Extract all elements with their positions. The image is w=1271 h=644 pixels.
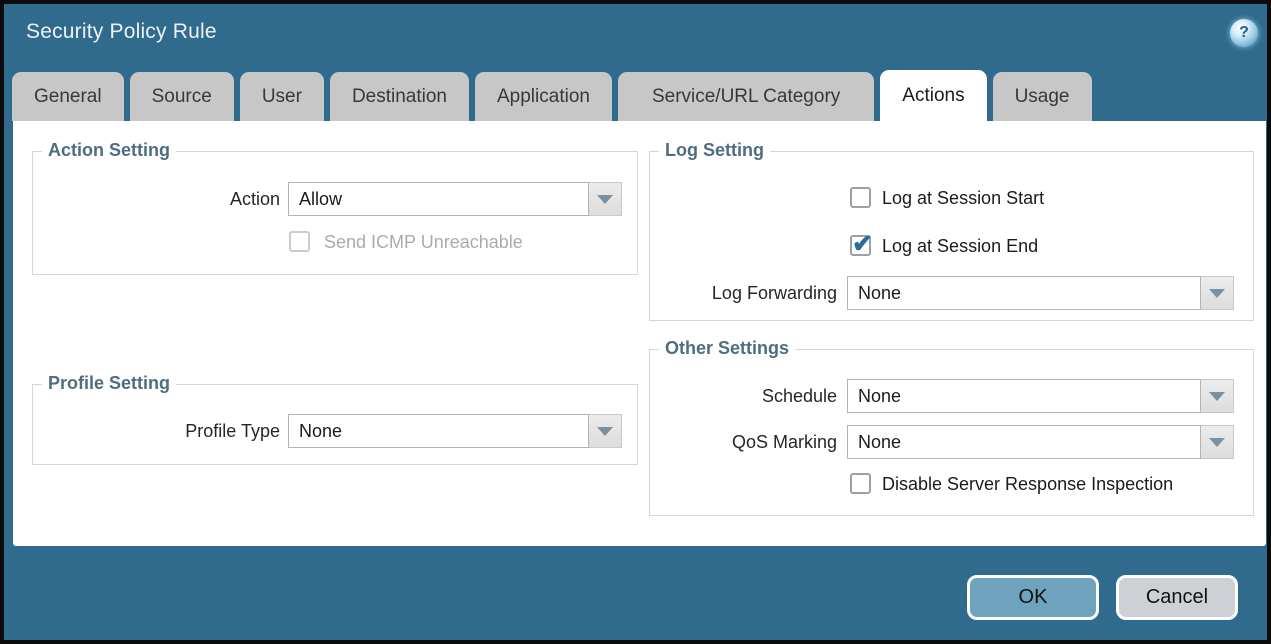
page-title: Security Policy Rule (26, 20, 217, 44)
profile-setting-legend: Profile Setting (42, 373, 176, 394)
cancel-button[interactable]: Cancel (1116, 575, 1238, 620)
action-dropdown: Allow (288, 182, 622, 216)
check-icon: ✔ (852, 229, 873, 259)
profile-type-dropdown-button[interactable] (589, 414, 622, 448)
chevron-down-icon (597, 195, 613, 204)
schedule-dropdown-button[interactable] (1201, 379, 1234, 413)
tab-source[interactable]: Source (130, 72, 234, 121)
profile-type-label: Profile Type (33, 414, 280, 448)
other-settings-section: Other Settings Schedule None QoS Marking… (649, 349, 1254, 516)
log-forwarding-dropdown-button[interactable] (1201, 276, 1234, 310)
tab-usage[interactable]: Usage (993, 72, 1092, 121)
log-forwarding-dropdown: None (847, 276, 1234, 310)
help-icon[interactable]: ? (1230, 19, 1258, 47)
other-settings-legend: Other Settings (659, 338, 795, 359)
log-session-end-label: Log at Session End (882, 235, 1038, 258)
log-forwarding-dropdown-value[interactable]: None (847, 276, 1201, 310)
tab-actions[interactable]: Actions (880, 70, 986, 126)
chevron-down-icon (597, 427, 613, 436)
ok-button[interactable]: OK (967, 575, 1099, 620)
action-setting-section: Action Setting Action Allow Send ICMP Un… (32, 151, 638, 275)
profile-type-dropdown: None (288, 414, 622, 448)
security-policy-rule-dialog: Security Policy Rule ? General Source Us… (0, 0, 1271, 644)
action-label: Action (33, 182, 280, 216)
qos-marking-dropdown-button[interactable] (1201, 425, 1234, 459)
log-session-start-checkbox[interactable] (850, 187, 871, 208)
qos-marking-dropdown-value[interactable]: None (847, 425, 1201, 459)
qos-marking-label: QoS Marking (650, 425, 837, 459)
schedule-label: Schedule (650, 379, 837, 413)
log-setting-section: Log Setting Log at Session Start ✔ Log a… (649, 151, 1254, 321)
chevron-down-icon (1209, 438, 1225, 447)
log-forwarding-label: Log Forwarding (650, 276, 837, 310)
tab-user[interactable]: User (240, 72, 324, 121)
action-setting-legend: Action Setting (42, 140, 176, 161)
profile-type-dropdown-value[interactable]: None (288, 414, 589, 448)
chevron-down-icon (1209, 289, 1225, 298)
log-session-end-checkbox[interactable]: ✔ (850, 235, 871, 256)
qos-marking-dropdown: None (847, 425, 1234, 459)
tab-service-url-category[interactable]: Service/URL Category (618, 72, 874, 121)
chevron-down-icon (1209, 392, 1225, 401)
profile-setting-section: Profile Setting Profile Type None (32, 384, 638, 465)
action-dropdown-value[interactable]: Allow (288, 182, 589, 216)
tab-general[interactable]: General (12, 72, 124, 121)
log-setting-legend: Log Setting (659, 140, 770, 161)
tab-destination[interactable]: Destination (330, 72, 469, 121)
send-icmp-label: Send ICMP Unreachable (324, 231, 523, 254)
action-dropdown-button[interactable] (589, 182, 622, 216)
schedule-dropdown: None (847, 379, 1234, 413)
tab-bar: General Source User Destination Applicat… (12, 70, 1092, 126)
log-session-start-label: Log at Session Start (882, 187, 1044, 210)
tab-application[interactable]: Application (475, 72, 612, 121)
dsri-label: Disable Server Response Inspection (882, 473, 1173, 496)
send-icmp-checkbox (289, 231, 310, 252)
schedule-dropdown-value[interactable]: None (847, 379, 1201, 413)
content-panel: Action Setting Action Allow Send ICMP Un… (13, 121, 1266, 546)
dsri-checkbox[interactable] (850, 473, 871, 494)
